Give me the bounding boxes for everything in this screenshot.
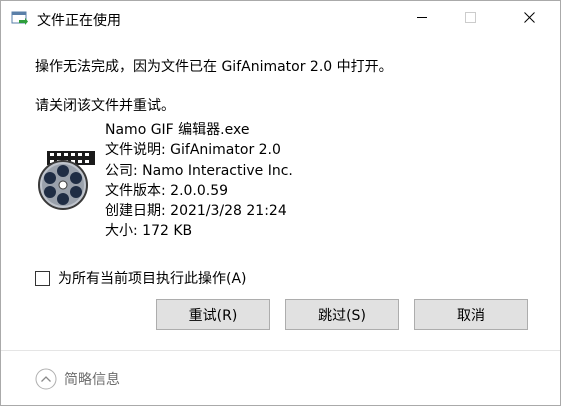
- minimize-button[interactable]: [399, 1, 445, 37]
- file-details: Namo GIF 编辑器.exe 文件说明: GifAnimator 2.0 公…: [105, 120, 293, 242]
- footer-divider: [1, 350, 560, 351]
- error-message: 操作无法完成，因为文件已在 GifAnimator 2.0 中打开。: [35, 59, 393, 75]
- window-title: 文件正在使用: [37, 13, 121, 29]
- maximize-icon: [464, 11, 476, 27]
- file-description: 文件说明: GifAnimator 2.0: [105, 142, 281, 159]
- file-version: 文件版本: 2.0.0.59: [105, 182, 229, 199]
- file-created-date: 创建日期: 2021/3/28 21:24: [105, 203, 287, 220]
- cancel-button[interactable]: 取消: [414, 299, 528, 330]
- file-in-use-dialog: 文件正在使用 操作无法完成，因为文件已在 GifAnimator 2.0 中打开…: [0, 0, 561, 406]
- close-button[interactable]: [506, 1, 552, 37]
- details-toggle[interactable]: 简略信息: [35, 368, 120, 390]
- file-company: 公司: Namo Interactive Inc.: [105, 162, 293, 179]
- file-size: 大小: 172 KB: [105, 223, 193, 240]
- chevron-up-circle-icon[interactable]: [35, 368, 57, 390]
- details-label[interactable]: 简略信息: [64, 369, 120, 389]
- title-bar[interactable]: 文件正在使用: [1, 1, 560, 37]
- skip-button[interactable]: 跳过(S): [285, 299, 399, 330]
- apply-to-all-option[interactable]: 为所有当前项目执行此操作(A): [35, 269, 247, 287]
- apply-to-all-checkbox[interactable]: [35, 270, 50, 286]
- retry-button[interactable]: 重试(R): [156, 299, 270, 330]
- file-name: Namo GIF 编辑器.exe: [105, 122, 250, 138]
- apply-to-all-label[interactable]: 为所有当前项目执行此操作(A): [58, 268, 247, 288]
- file-transfer-icon: [11, 11, 29, 27]
- prompt-message: 请关闭该文件并重试。: [35, 98, 175, 114]
- minimize-icon: [416, 11, 428, 27]
- close-icon: [523, 11, 535, 27]
- maximize-button[interactable]: [447, 1, 493, 37]
- film-reel-icon: [35, 147, 99, 211]
